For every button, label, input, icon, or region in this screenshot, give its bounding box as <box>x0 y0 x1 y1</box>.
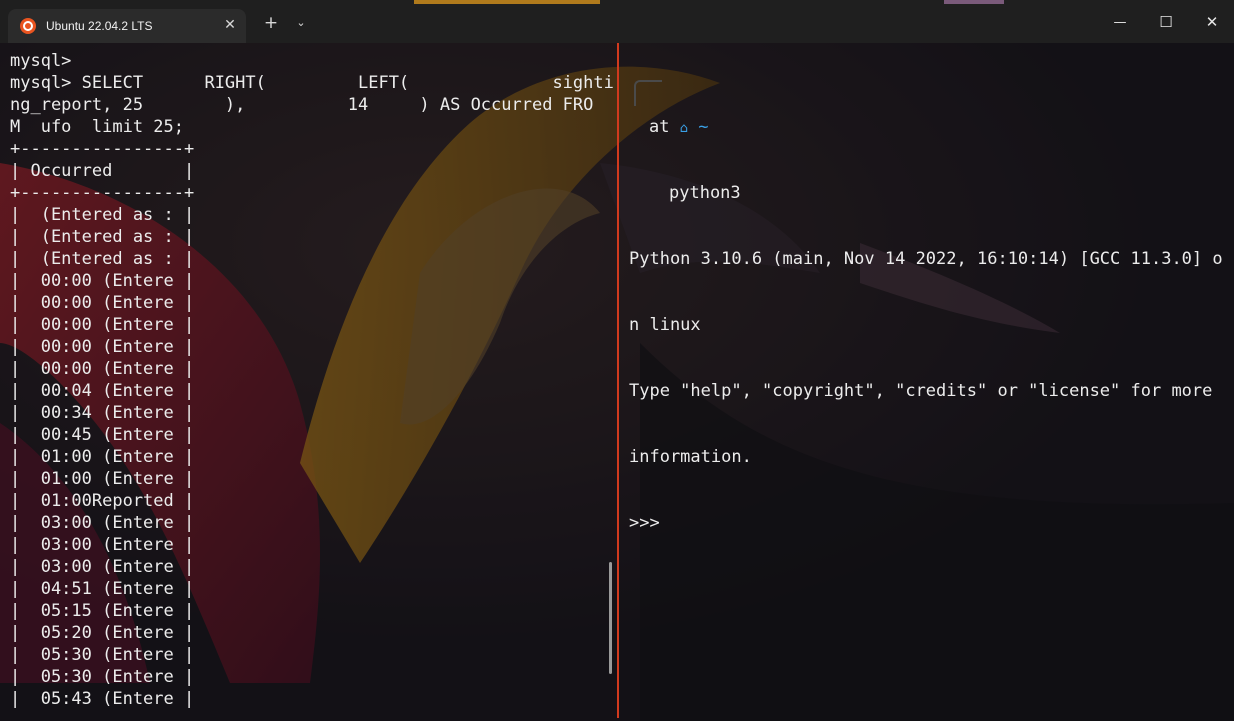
maximize-button[interactable]: ☐ <box>1143 8 1189 36</box>
terminal-output-line: | (Entered as : | <box>10 227 195 247</box>
terminal-output-line: ng_report, 25 ), 14 ) AS Occurred FRO <box>10 95 594 115</box>
pane-divider[interactable] <box>617 43 619 718</box>
tab-title: Ubuntu 22.04.2 LTS <box>46 19 153 33</box>
output-line: n linux <box>629 315 701 335</box>
terminal-output-line: +----------------+ <box>10 183 195 203</box>
terminal-output-line: | 01:00 (Entere | <box>10 469 195 489</box>
terminal-output-line: | 05:30 (Entere | <box>10 667 195 687</box>
terminal-output-line: | 00:00 (Entere | <box>10 271 195 291</box>
terminal-output-line: | 05:43 (Entere | <box>10 689 195 709</box>
terminal-output-line: | 04:51 (Entere | <box>10 579 195 599</box>
shell-prompt-line: at ⌂ ~ <box>629 116 1224 138</box>
terminal-output-line: | 00:34 (Entere | <box>10 403 195 423</box>
ubuntu-icon <box>20 18 36 34</box>
minimize-button[interactable]: — <box>1097 8 1143 36</box>
terminal-output-line: mysql> <box>10 51 72 71</box>
prompt-dir: ~ <box>698 117 709 137</box>
python-prompt: >>> <box>629 513 660 533</box>
output-line: Python 3.10.6 (main, Nov 14 2022, 16:10:… <box>629 249 1223 269</box>
left-pane-scrollbar[interactable] <box>609 562 612 674</box>
terminal-output-line: | Occurred | <box>10 161 195 181</box>
terminal-output-line: | 05:30 (Entere | <box>10 645 195 665</box>
terminal-output-line: +----------------+ <box>10 139 195 159</box>
terminal-output-line: | 03:00 (Entere | <box>10 513 195 533</box>
terminal-output-line: | 03:00 (Entere | <box>10 557 195 577</box>
terminal-output-line: | 00:45 (Entere | <box>10 425 195 445</box>
terminal-output-line: | 05:20 (Entere | <box>10 623 195 643</box>
output-line: Type "help", "copyright", "credits" or "… <box>629 381 1213 401</box>
close-tab-icon[interactable]: ✕ <box>221 16 239 34</box>
terminal-output-line: | 00:00 (Entere | <box>10 337 195 357</box>
command-text: python3 <box>669 183 741 203</box>
wallpaper-edge <box>944 0 1004 4</box>
new-tab-button[interactable]: + <box>262 14 280 32</box>
terminal-output-line: | 00:04 (Entere | <box>10 381 195 401</box>
terminal-output-line: mysql> SELECT RIGHT( LEFT( sighti <box>10 73 614 93</box>
terminal-tab[interactable]: Ubuntu 22.04.2 LTS ✕ <box>8 9 246 43</box>
command-line: python3 <box>629 182 1224 204</box>
prompt-at: at <box>649 117 670 137</box>
terminal-output-line: | 03:00 (Entere | <box>10 535 195 555</box>
title-bar: Ubuntu 22.04.2 LTS ✕ + ⌄ — ☐ ✕ <box>0 0 1234 43</box>
terminal-output-line: | 01:00Reported | <box>10 491 195 511</box>
terminal-output-line: | (Entered as : | <box>10 249 195 269</box>
wallpaper-edge <box>414 0 600 4</box>
output-line: information. <box>629 447 752 467</box>
close-window-button[interactable]: ✕ <box>1189 8 1234 36</box>
terminal-output-line: | (Entered as : | <box>10 205 195 225</box>
python-terminal-pane[interactable]: at ⌂ ~ python3 Python 3.10.6 (main, Nov … <box>629 72 1224 556</box>
terminal-output-line: | 00:00 (Entere | <box>10 293 195 313</box>
terminal-output-line: | 00:00 (Entere | <box>10 315 195 335</box>
terminal-output-line: | 01:00 (Entere | <box>10 447 195 467</box>
terminal-output-line: | 05:15 (Entere | <box>10 601 195 621</box>
terminal-output-line: | 00:00 (Entere | <box>10 359 195 379</box>
terminal-output-line: M ufo limit 25; <box>10 117 184 137</box>
home-icon: ⌂ <box>679 121 688 136</box>
chevron-down-icon[interactable]: ⌄ <box>293 16 309 32</box>
mysql-terminal-pane[interactable]: mysql> mysql> SELECT RIGHT( LEFT( sighti n… <box>10 50 614 710</box>
